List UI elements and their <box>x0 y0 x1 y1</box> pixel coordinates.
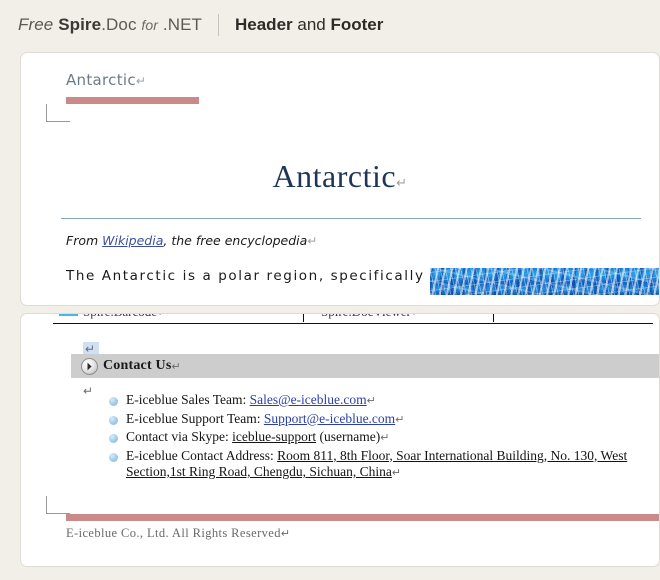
list-item: E-iceblue Sales Team: Sales@e-iceblue.co… <box>71 392 659 410</box>
product-table-row: Spire.Barcode↵ Spire.DocViewer↵ <box>53 314 653 324</box>
table-column-divider <box>493 314 494 322</box>
paragraph-mark-icon: ↵ <box>395 413 405 426</box>
table-column-divider <box>303 314 304 322</box>
footer-accent-bar <box>66 514 659 521</box>
header-accent-bar <box>66 97 199 104</box>
brand-free: Free <box>18 15 54 34</box>
skype-username[interactable]: iceblue-support <box>232 429 316 444</box>
from-prefix: From <box>66 233 103 248</box>
page-title-and: and <box>297 15 326 34</box>
document-title-text: Antarctic <box>272 158 397 194</box>
sales-email-link[interactable]: Sales@e-iceblue.com <box>250 392 367 407</box>
from-suffix: , the free encyclopedia <box>163 233 308 248</box>
wikipedia-link[interactable]: Wikipedia <box>102 233 163 248</box>
app-header-bar: Free Spire.Doc for .NET Header and Foote… <box>0 0 660 50</box>
list-item-label: E-iceblue Sales Team: <box>126 392 250 407</box>
list-item: E-iceblue Support Team: Support@e-iceblu… <box>71 411 659 429</box>
paragraph-mark-icon: ↵ <box>380 432 390 444</box>
document-header-label: Antarctic <box>66 71 136 89</box>
chevron-right-icon[interactable] <box>81 357 98 375</box>
brand-spire: Spire <box>58 15 102 34</box>
support-email-link[interactable]: Support@e-iceblue.com <box>264 411 395 426</box>
contact-us-heading-band[interactable]: Contact Us ↵ <box>71 354 659 378</box>
document-header-text: Antarctic↵ <box>66 71 146 89</box>
page-title: Header and Footer <box>235 15 383 35</box>
paragraph-mark-icon: ↵ <box>396 175 408 190</box>
page-title-footer: Footer <box>330 15 384 34</box>
page-title-header: Header <box>235 15 293 34</box>
list-item: Contact via Skype: iceblue-support (user… <box>71 429 659 447</box>
list-item-label: E-iceblue Support Team: <box>126 410 264 426</box>
document-footer-text: E-iceblue Co., Ltd. All Rights Reserved↵ <box>66 526 291 541</box>
list-item-label: Contact via Skype: <box>126 429 233 444</box>
bullet-icon <box>109 397 118 406</box>
paragraph-mark-icon: ↵ <box>307 234 318 248</box>
ocean-water-image <box>430 268 659 295</box>
brand-for: for <box>141 17 159 33</box>
product-brand: Free Spire.Doc for .NET <box>18 15 202 35</box>
bullet-icon <box>109 415 118 425</box>
barcode-swatch-icon <box>59 314 78 316</box>
title-underline-rule <box>61 218 641 219</box>
header-margin-marker <box>46 104 70 122</box>
paragraph-mark-icon: ↵ <box>280 528 291 540</box>
paragraph-mark-icon: ↵ <box>135 74 147 88</box>
brand-doc: .Doc <box>101 15 137 34</box>
bullet-icon <box>109 452 118 462</box>
table-cell-docviewer: Spire.DocViewer↵ <box>321 314 422 320</box>
list-item-label: E-iceblue Contact Address: <box>126 447 278 463</box>
list-item: E-iceblue Contact Address: Room 811, 8th… <box>71 448 659 482</box>
footer-margin-marker <box>46 496 70 514</box>
paragraph-mark-icon: ↵ <box>366 395 376 407</box>
paragraph-mark-icon: ↵ <box>391 467 402 479</box>
table-cell-barcode: Spire.Barcode↵ <box>83 314 168 320</box>
document-page-top[interactable]: Antarctic↵ Antarctic↵ From Wikipedia, th… <box>20 52 660 306</box>
paragraph-mark-icon: ↵ <box>171 360 181 373</box>
contact-us-label: Contact Us <box>103 358 172 373</box>
bullet-icon <box>109 434 118 443</box>
header-divider <box>218 14 219 36</box>
list-item-suffix: (username) <box>316 429 381 444</box>
source-attribution-line: From Wikipedia, the free encyclopedia↵ <box>66 233 317 248</box>
contact-list: E-iceblue Sales Team: Sales@e-iceblue.co… <box>71 392 659 483</box>
footer-label: E-iceblue Co., Ltd. All Rights Reserved <box>66 526 281 540</box>
brand-net: .NET <box>162 15 202 34</box>
document-title: Antarctic↵ <box>21 158 659 195</box>
document-page-bottom[interactable]: Spire.Barcode↵ Spire.DocViewer↵ ↵ Contac… <box>20 313 660 567</box>
